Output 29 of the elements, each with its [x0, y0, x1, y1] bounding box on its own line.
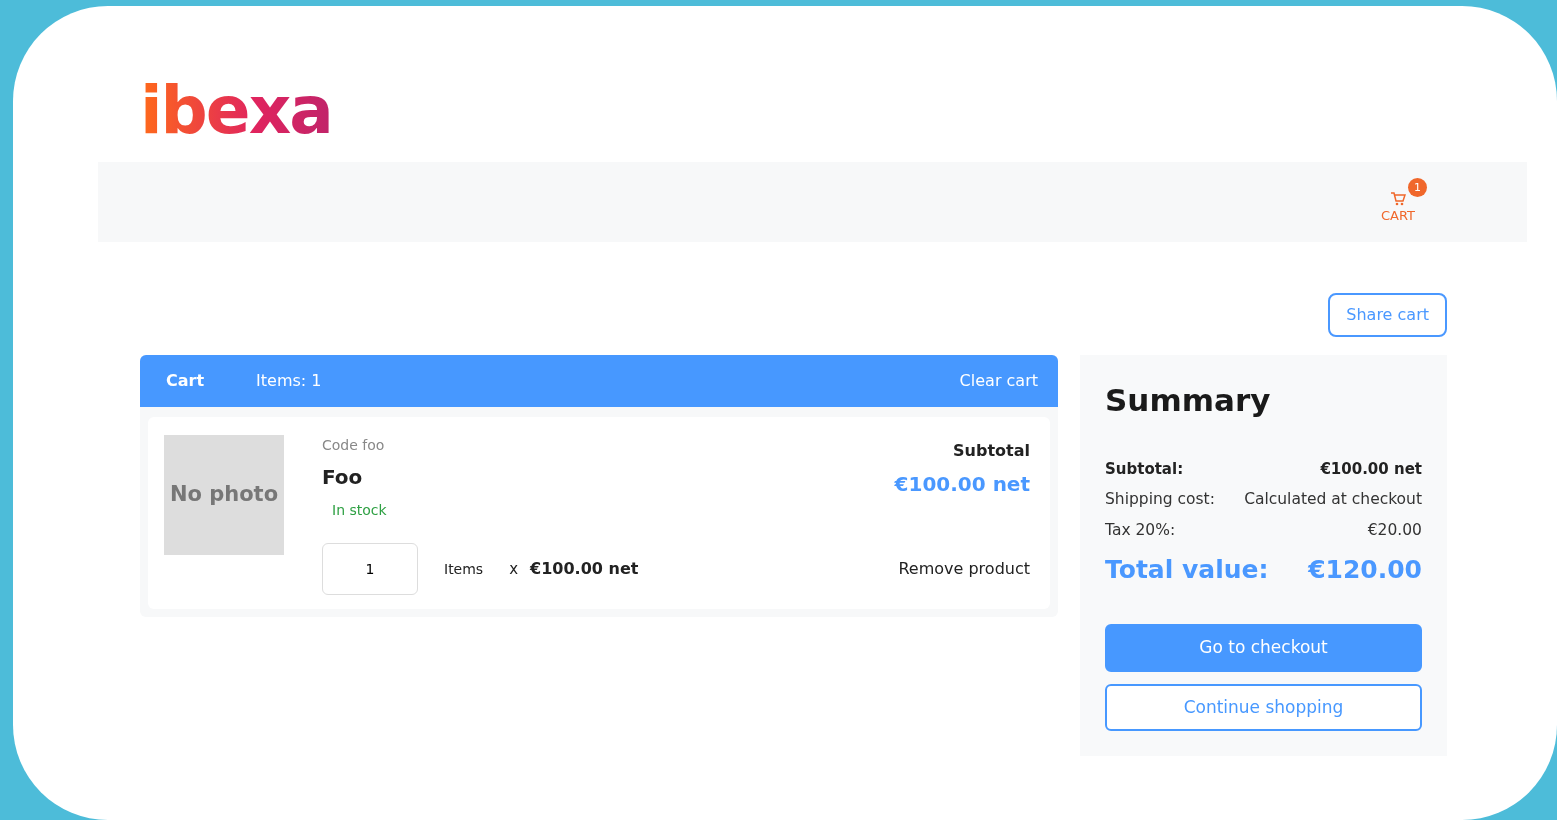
no-photo-text: No photo	[169, 481, 279, 509]
cart-icon	[1390, 192, 1406, 207]
summary-label: Shipping cost:	[1105, 489, 1215, 510]
items-count: Items: 1	[256, 370, 322, 392]
quantity-field[interactable]: 1	[322, 543, 418, 595]
quantity-unit: Items	[444, 559, 484, 579]
checkout-button[interactable]: Go to checkout	[1105, 624, 1422, 672]
summary-label: Tax 20%:	[1105, 520, 1176, 542]
summary-title: Summary	[1105, 381, 1272, 420]
summary-label: Subtotal:	[1105, 458, 1184, 480]
clear-cart-link[interactable]: Clear cart	[959, 369, 1038, 393]
multiply-sign: x	[509, 558, 519, 580]
unit-price: €100.00 net	[530, 558, 639, 580]
remove-product-link[interactable]: Remove product	[898, 557, 1030, 581]
subtotal-price: €100.00 net	[894, 471, 1030, 498]
summary-label: Total value:	[1105, 553, 1269, 586]
share-cart-button[interactable]: Share cart	[1328, 293, 1447, 337]
continue-shopping-button[interactable]: Continue shopping	[1105, 684, 1422, 731]
summary-value: €20.00	[1367, 520, 1422, 542]
cart-link[interactable]: CART 1	[1369, 178, 1427, 226]
product-code: Code foo	[322, 436, 386, 455]
summary-value: €120.00	[1308, 553, 1422, 586]
cart-title: Cart	[166, 370, 205, 392]
stock-status: In stock	[332, 501, 387, 520]
summary-value: Calculated at checkout	[1244, 489, 1422, 510]
subtotal-label: Subtotal	[953, 440, 1030, 462]
cart-count-badge: 1	[1408, 178, 1427, 198]
product-name: Foo	[322, 464, 364, 491]
summary-value: €100.00 net	[1320, 458, 1422, 480]
